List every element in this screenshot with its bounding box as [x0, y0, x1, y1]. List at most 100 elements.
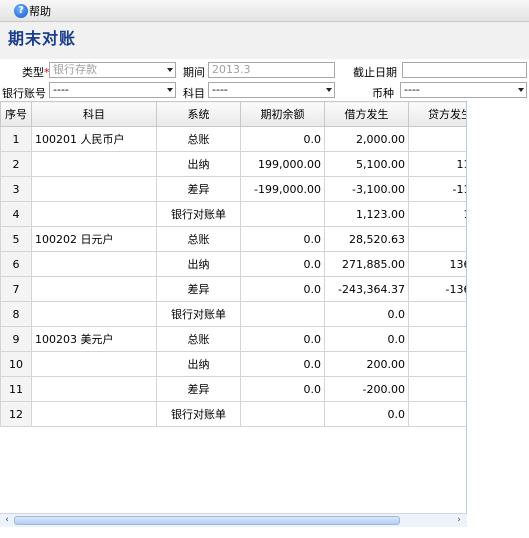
- table-row[interactable]: 2 出纳199,000.005,100.0011,29: [0, 151, 466, 177]
- credit-cell[interactable]: 10: [408, 126, 466, 152]
- subject-cell[interactable]: [31, 251, 157, 277]
- subject-cell[interactable]: [31, 401, 157, 427]
- system-cell[interactable]: 出纳: [156, 251, 241, 277]
- table-row[interactable]: 4 银行对账单 1,123.001,00: [0, 201, 466, 227]
- currency-select[interactable]: ----: [400, 82, 527, 98]
- row-number: 4: [0, 201, 32, 227]
- table-row[interactable]: 8 银行对账单 0.0: [0, 301, 466, 327]
- credit-cell[interactable]: [408, 226, 466, 252]
- type-select[interactable]: 银行存款: [49, 62, 176, 78]
- subject-cell[interactable]: 100201 人民币户: [31, 126, 157, 152]
- credit-cell[interactable]: [408, 351, 466, 377]
- debit-cell[interactable]: 0.0: [324, 326, 409, 352]
- debit-cell[interactable]: 1,123.00: [324, 201, 409, 227]
- system-cell[interactable]: 差异: [156, 176, 241, 202]
- table-row[interactable]: 9 100203 美元户 总账 0.0 0.0: [0, 326, 466, 352]
- opening-cell[interactable]: 0.0: [240, 251, 325, 277]
- column-header-no[interactable]: 序号: [0, 101, 32, 127]
- row-number: 9: [0, 326, 32, 352]
- table-row[interactable]: 11 差异 0.0 -200.00: [0, 376, 466, 402]
- debit-cell[interactable]: -243,364.37: [324, 276, 409, 302]
- subject-cell[interactable]: [31, 151, 157, 177]
- row-number: 1: [0, 126, 32, 152]
- system-cell[interactable]: 出纳: [156, 351, 241, 377]
- system-cell[interactable]: 出纳: [156, 151, 241, 177]
- scroll-right-icon[interactable]: ›: [453, 515, 465, 526]
- table-row[interactable]: 7 差异0.0-243,364.37-136,13: [0, 276, 466, 302]
- table-row[interactable]: 3 差异-199,000.00-3,100.00-11,19: [0, 176, 466, 202]
- horizontal-scrollbar[interactable]: ‹ ›: [0, 513, 467, 527]
- opening-cell[interactable]: 0.0: [240, 376, 325, 402]
- subject-select[interactable]: ----: [208, 82, 335, 98]
- scroll-left-icon[interactable]: ‹: [1, 515, 13, 526]
- opening-cell[interactable]: 0.0: [240, 326, 325, 352]
- opening-cell[interactable]: 0.0: [240, 126, 325, 152]
- table-row[interactable]: 1100201 人民币户总账0.02,000.0010: [0, 126, 466, 152]
- bank-account-select[interactable]: ----: [49, 82, 176, 98]
- credit-cell[interactable]: [408, 301, 466, 327]
- period-field[interactable]: 2013.3: [208, 62, 335, 78]
- column-header-credit[interactable]: 贷方发生: [408, 101, 466, 127]
- subject-cell[interactable]: [31, 351, 157, 377]
- credit-cell[interactable]: 136,13: [408, 251, 466, 277]
- subject-cell[interactable]: [31, 201, 157, 227]
- credit-cell[interactable]: 11,29: [408, 151, 466, 177]
- opening-cell[interactable]: 0.0: [240, 276, 325, 302]
- subject-cell[interactable]: 100202 日元户: [31, 226, 157, 252]
- table-row[interactable]: 6 出纳0.0271,885.00136,13: [0, 251, 466, 277]
- help-label: 帮助: [29, 5, 51, 18]
- opening-cell[interactable]: [240, 201, 325, 227]
- help-button[interactable]: ? 帮助: [14, 3, 51, 19]
- opening-cell[interactable]: 199,000.00: [240, 151, 325, 177]
- system-cell[interactable]: 银行对账单: [156, 301, 241, 327]
- debit-cell[interactable]: 0.0: [324, 401, 409, 427]
- debit-cell[interactable]: 2,000.00: [324, 126, 409, 152]
- opening-cell[interactable]: -199,000.00: [240, 176, 325, 202]
- column-header-debit[interactable]: 借方发生: [324, 101, 409, 127]
- credit-cell[interactable]: -136,13: [408, 276, 466, 302]
- column-header-opening-balance[interactable]: 期初余额: [240, 101, 325, 127]
- credit-cell[interactable]: [408, 326, 466, 352]
- reconciliation-grid: 序号 科目 系统 期初余额 借方发生 贷方发生 1100201 人民币户总账0.…: [0, 101, 467, 527]
- scrollbar-thumb[interactable]: [14, 516, 400, 525]
- credit-cell[interactable]: [408, 376, 466, 402]
- opening-cell[interactable]: [240, 401, 325, 427]
- row-number: 3: [0, 176, 32, 202]
- period-field-value: 2013.3: [212, 63, 251, 76]
- debit-cell[interactable]: 200.00: [324, 351, 409, 377]
- system-cell[interactable]: 总账: [156, 226, 241, 252]
- subject-cell[interactable]: [31, 301, 157, 327]
- system-cell[interactable]: 总账: [156, 326, 241, 352]
- subject-cell[interactable]: [31, 176, 157, 202]
- opening-cell[interactable]: [240, 301, 325, 327]
- system-cell[interactable]: 差异: [156, 276, 241, 302]
- opening-cell[interactable]: 0.0: [240, 226, 325, 252]
- column-header-subject[interactable]: 科目: [31, 101, 157, 127]
- deadline-date-field[interactable]: [402, 62, 527, 78]
- row-number: 10: [0, 351, 32, 377]
- credit-cell[interactable]: 1,00: [408, 201, 466, 227]
- table-row[interactable]: 5 100202 日元户 总账 0.0 28,520.63: [0, 226, 466, 252]
- subject-cell[interactable]: [31, 276, 157, 302]
- system-cell[interactable]: 总账: [156, 126, 241, 152]
- debit-cell[interactable]: 28,520.63: [324, 226, 409, 252]
- system-cell[interactable]: 银行对账单: [156, 201, 241, 227]
- debit-cell[interactable]: 5,100.00: [324, 151, 409, 177]
- debit-cell[interactable]: -3,100.00: [324, 176, 409, 202]
- debit-cell[interactable]: 0.0: [324, 301, 409, 327]
- debit-cell[interactable]: -200.00: [324, 376, 409, 402]
- credit-cell[interactable]: 20: [408, 401, 466, 427]
- subject-cell[interactable]: [31, 376, 157, 402]
- currency-label: 币种: [372, 87, 394, 100]
- chevron-down-icon: [326, 88, 332, 92]
- debit-cell[interactable]: 271,885.00: [324, 251, 409, 277]
- table-row[interactable]: 10 出纳 0.0 200.00: [0, 351, 466, 377]
- table-row[interactable]: 12 银行对账单 0.020: [0, 401, 466, 427]
- subject-cell[interactable]: 100203 美元户: [31, 326, 157, 352]
- opening-cell[interactable]: 0.0: [240, 351, 325, 377]
- system-cell[interactable]: 银行对账单: [156, 401, 241, 427]
- system-cell[interactable]: 差异: [156, 376, 241, 402]
- column-header-system[interactable]: 系统: [156, 101, 241, 127]
- credit-cell[interactable]: -11,19: [408, 176, 466, 202]
- table-header-row: 序号 科目 系统 期初余额 借方发生 贷方发生: [0, 101, 466, 127]
